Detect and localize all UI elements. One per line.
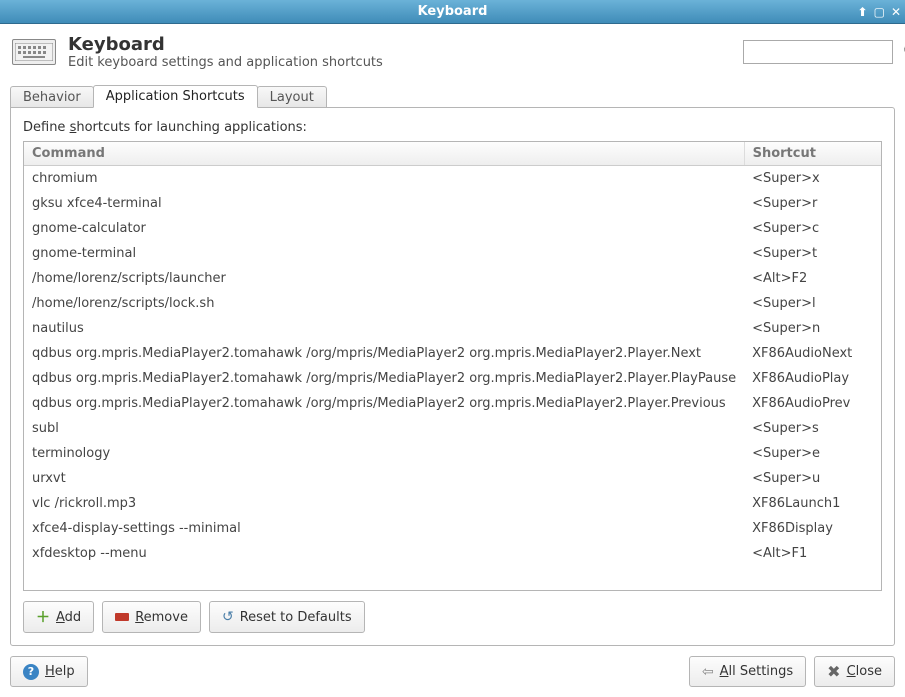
table-row[interactable]: qdbus org.mpris.MediaPlayer2.tomahawk /o… [24, 341, 881, 366]
cell-shortcut: XF86AudioNext [744, 341, 881, 366]
cell-shortcut: <Alt>F1 [744, 541, 881, 566]
remove-icon [115, 613, 129, 621]
page-subtitle: Edit keyboard settings and application s… [68, 55, 731, 70]
add-icon: ＋ [36, 607, 50, 627]
cell-command: nautilus [24, 316, 744, 341]
reset-defaults-button[interactable]: ↺ Reset to Defaults [209, 601, 365, 633]
table-row[interactable]: subl<Super>s [24, 416, 881, 441]
tab-layout[interactable]: Layout [257, 86, 327, 108]
all-settings-button[interactable]: ⇦ All Settings [689, 656, 806, 687]
table-row[interactable]: urxvt<Super>u [24, 466, 881, 491]
table-buttons: ＋ Add Remove ↺ Reset to Defaults [23, 601, 882, 633]
cell-command: vlc /rickroll.mp3 [24, 491, 744, 516]
close-icon: ✖ [827, 662, 840, 681]
cell-shortcut: <Alt>F2 [744, 266, 881, 291]
cell-shortcut: <Super>s [744, 416, 881, 441]
add-button[interactable]: ＋ Add [23, 601, 94, 633]
table-row[interactable]: qdbus org.mpris.MediaPlayer2.tomahawk /o… [24, 391, 881, 416]
help-icon: ? [23, 664, 39, 680]
cell-shortcut: <Super>c [744, 216, 881, 241]
cell-command: /home/lorenz/scripts/launcher [24, 266, 744, 291]
page-title: Keyboard [68, 34, 731, 55]
cell-shortcut: <Super>n [744, 316, 881, 341]
cell-command: terminology [24, 441, 744, 466]
table-row[interactable]: nautilus<Super>n [24, 316, 881, 341]
table-row[interactable]: qdbus org.mpris.MediaPlayer2.tomahawk /o… [24, 366, 881, 391]
table-row[interactable]: vlc /rickroll.mp3XF86Launch1 [24, 491, 881, 516]
hint-label: Define shortcuts for launching applicati… [23, 120, 882, 135]
cell-command: chromium [24, 166, 744, 191]
window-maximize-icon[interactable]: ▢ [874, 5, 885, 19]
cell-command: subl [24, 416, 744, 441]
cell-shortcut: <Super>x [744, 166, 881, 191]
table-row[interactable]: gnome-terminal<Super>t [24, 241, 881, 266]
table-row[interactable]: chromium<Super>x [24, 166, 881, 191]
table-row[interactable]: xfce4-display-settings --minimalXF86Disp… [24, 516, 881, 541]
table-row[interactable]: /home/lorenz/scripts/launcher<Alt>F2 [24, 266, 881, 291]
tab-content: Define shortcuts for launching applicati… [10, 107, 895, 646]
cell-shortcut: <Super>r [744, 191, 881, 216]
cell-shortcut: <Super>l [744, 291, 881, 316]
window-rollup-icon[interactable]: ⬆ [858, 5, 868, 19]
column-command[interactable]: Command [24, 142, 744, 166]
cell-command: /home/lorenz/scripts/lock.sh [24, 291, 744, 316]
cell-shortcut: <Super>e [744, 441, 881, 466]
help-button[interactable]: ? Help [10, 656, 88, 687]
window-title: Keyboard [418, 4, 488, 19]
table-row[interactable]: gnome-calculator<Super>c [24, 216, 881, 241]
back-icon: ⇦ [702, 664, 714, 680]
window-controls: ⬆ ▢ ✕ [858, 5, 901, 19]
cell-command: xfdesktop --menu [24, 541, 744, 566]
cell-command: qdbus org.mpris.MediaPlayer2.tomahawk /o… [24, 366, 744, 391]
search-field[interactable] [748, 45, 903, 59]
table-row[interactable]: xfdesktop --menu<Alt>F1 [24, 541, 881, 566]
cell-command: xfce4-display-settings --minimal [24, 516, 744, 541]
table-row[interactable]: gksu xfce4-terminal<Super>r [24, 191, 881, 216]
cell-shortcut: XF86Display [744, 516, 881, 541]
cell-command: gksu xfce4-terminal [24, 191, 744, 216]
tab-application-shortcuts[interactable]: Application Shortcuts [93, 85, 258, 108]
cell-command: qdbus org.mpris.MediaPlayer2.tomahawk /o… [24, 341, 744, 366]
keyboard-icon [12, 39, 56, 65]
tab-behavior[interactable]: Behavior [10, 86, 94, 108]
shortcuts-table[interactable]: Command Shortcut chromium<Super>xgksu xf… [23, 141, 882, 591]
table-row[interactable]: terminology<Super>e [24, 441, 881, 466]
remove-button[interactable]: Remove [102, 601, 201, 633]
cell-shortcut: XF86AudioPrev [744, 391, 881, 416]
titlebar[interactable]: Keyboard ⬆ ▢ ✕ [0, 0, 905, 24]
cell-command: urxvt [24, 466, 744, 491]
reset-icon: ↺ [222, 609, 234, 625]
table-row[interactable]: /home/lorenz/scripts/lock.sh<Super>l [24, 291, 881, 316]
cell-shortcut: <Super>t [744, 241, 881, 266]
tabs: Behavior Application Shortcuts Layout [0, 84, 905, 107]
cell-command: gnome-calculator [24, 216, 744, 241]
close-button[interactable]: ✖ Close [814, 656, 895, 687]
cell-shortcut: XF86Launch1 [744, 491, 881, 516]
cell-shortcut: XF86AudioPlay [744, 366, 881, 391]
search-input[interactable]: 🔍 [743, 40, 893, 64]
cell-shortcut: <Super>u [744, 466, 881, 491]
cell-command: qdbus org.mpris.MediaPlayer2.tomahawk /o… [24, 391, 744, 416]
column-shortcut[interactable]: Shortcut [744, 142, 881, 166]
window-close-icon[interactable]: ✕ [891, 5, 901, 19]
header: Keyboard Edit keyboard settings and appl… [0, 24, 905, 74]
footer: ? Help ⇦ All Settings ✖ Close [0, 656, 905, 697]
cell-command: gnome-terminal [24, 241, 744, 266]
